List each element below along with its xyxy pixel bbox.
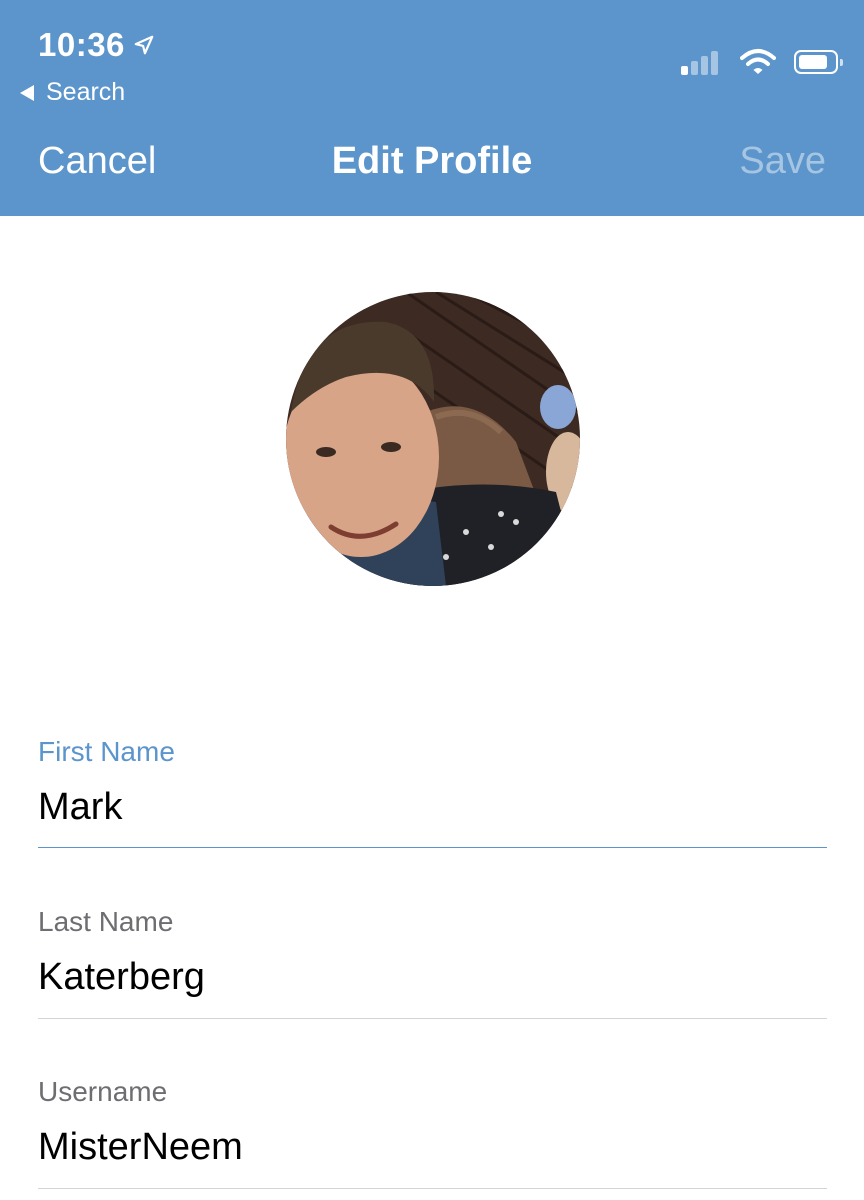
page-title: Edit Profile [331,140,533,182]
back-to-search-button[interactable]: Search [20,78,125,107]
back-triangle-icon [20,84,34,101]
username-input[interactable]: MisterNeem [38,1126,827,1169]
signal-bar [711,51,718,75]
avatar[interactable] [286,292,580,586]
status-time: 10:36 [38,26,155,64]
signal-bar [691,61,698,75]
signal-bar [681,66,688,75]
username-label: Username [38,1076,168,1107]
signal-bar [701,56,708,75]
status-time-text: 10:36 [38,26,125,63]
header-bar: 10:36 Search Cancel Edit Profile Save [0,0,864,216]
first-name-field[interactable]: First Name Mark [38,736,827,848]
cellular-signal-icon [678,49,718,75]
last-name-divider [38,1018,827,1019]
location-arrow-icon [134,35,154,55]
battery-nub [840,59,843,66]
last-name-field[interactable]: Last Name Katerberg [38,906,827,1019]
navigation-bar: Cancel Edit Profile Save [0,140,864,194]
first-name-divider [38,847,827,848]
status-indicators [678,48,843,76]
last-name-input[interactable]: Katerberg [38,956,827,999]
first-name-label: First Name [38,736,175,767]
last-name-label: Last Name [38,906,174,937]
username-field[interactable]: Username MisterNeem [38,1076,827,1189]
avatar-photo [286,292,580,586]
back-to-search-label: Search [46,78,126,106]
battery-fill [799,55,828,69]
wifi-icon [740,49,776,74]
save-button[interactable]: Save [739,140,826,183]
username-divider [38,1188,827,1189]
battery-icon [794,50,843,74]
first-name-input[interactable]: Mark [38,786,827,829]
